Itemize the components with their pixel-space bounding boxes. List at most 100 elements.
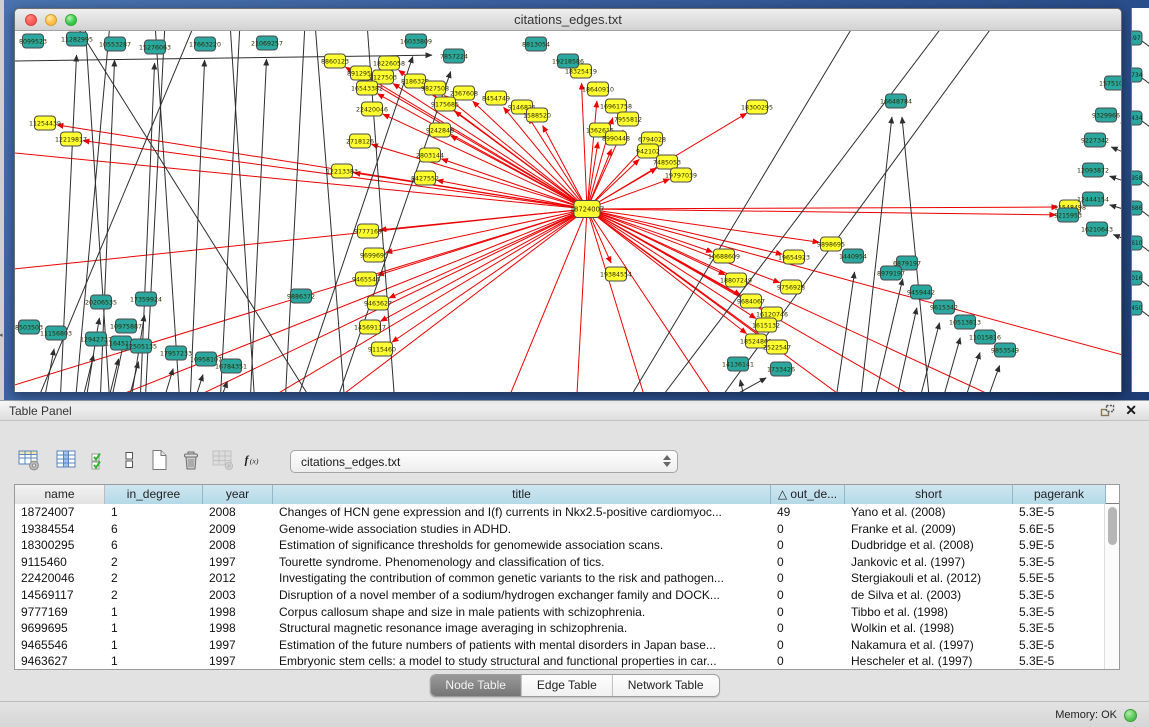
- graph-node[interactable]: 8503503: [15, 320, 43, 334]
- table-row[interactable]: 946554611997Estimation of the future num…: [15, 637, 1119, 654]
- graph-node[interactable]: 11016: [1132, 271, 1143, 285]
- cell-year[interactable]: 1998: [203, 620, 273, 637]
- cell-name[interactable]: 9463627: [15, 653, 105, 670]
- graph-node[interactable]: 17359924: [130, 292, 162, 306]
- cell-title[interactable]: Corpus callosum shape and size in male p…: [273, 604, 771, 621]
- graph-node[interactable]: 7857224: [440, 49, 468, 63]
- cell-out_degree[interactable]: 49: [771, 504, 845, 521]
- cell-in_degree[interactable]: 6: [105, 537, 203, 554]
- graph-node[interactable]: 12610: [1132, 236, 1143, 250]
- graph-node[interactable]: 7597: [1132, 31, 1142, 45]
- cell-year[interactable]: 2012: [203, 570, 273, 587]
- cell-name[interactable]: 18300295: [15, 537, 105, 554]
- tab-edge-table[interactable]: Edge Table: [522, 675, 613, 696]
- graph-node[interactable]: 11015816: [969, 330, 1001, 344]
- column-header-short[interactable]: short: [845, 485, 1013, 504]
- graph-node[interactable]: 9684067: [737, 294, 765, 308]
- graph-node[interactable]: 21069257: [251, 36, 283, 50]
- cell-out_degree[interactable]: 0: [771, 653, 845, 670]
- graph-node[interactable]: 18724007: [570, 201, 605, 218]
- column-header-name[interactable]: name: [15, 485, 105, 504]
- table-row[interactable]: 1938455462009Genome-wide association stu…: [15, 521, 1119, 538]
- graph-node[interactable]: 9777169: [354, 224, 382, 238]
- cell-short[interactable]: Tibbo et al. (1998): [845, 604, 1013, 621]
- cell-short[interactable]: Wolkin et al. (1998): [845, 620, 1013, 637]
- graph-node[interactable]: 10513813: [949, 315, 981, 329]
- graph-node[interactable]: 15751074: [1099, 76, 1121, 90]
- table-row[interactable]: 1456911722003Disruption of a novel membe…: [15, 587, 1119, 604]
- graph-node[interactable]: 10688609: [708, 249, 740, 263]
- cell-in_degree[interactable]: 2: [105, 570, 203, 587]
- graph-node[interactable]: 7485053: [653, 155, 681, 169]
- graph-node[interactable]: 9463627: [364, 296, 392, 310]
- float-panel-icon[interactable]: [1100, 404, 1115, 418]
- graph-node[interactable]: 15958: [1132, 171, 1143, 185]
- graph-node[interactable]: 17957233: [160, 346, 192, 360]
- cell-title[interactable]: Tourette syndrome. Phenomenology and cla…: [273, 554, 771, 571]
- background-network-window[interactable]: 759712734134341595810686126101101692450: [1131, 8, 1149, 392]
- cell-in_degree[interactable]: 1: [105, 637, 203, 654]
- cell-short[interactable]: Stergiakouli et al. (2012): [845, 570, 1013, 587]
- new-file-icon[interactable]: [146, 447, 172, 473]
- zoom-window-icon[interactable]: [65, 14, 77, 26]
- cell-year[interactable]: 1998: [203, 604, 273, 621]
- graph-node[interactable]: 7955812: [614, 112, 642, 126]
- cell-name[interactable]: 22420046: [15, 570, 105, 587]
- graph-node[interactable]: 9827508: [421, 81, 449, 95]
- scrollbar-thumb[interactable]: [1108, 507, 1117, 545]
- graph-node[interactable]: 9329966: [1092, 108, 1120, 122]
- graph-node[interactable]: 1615132: [752, 318, 780, 332]
- column-header-pagerank[interactable]: pagerank: [1013, 485, 1106, 504]
- graph-node[interactable]: 8427552: [411, 171, 439, 185]
- graph-node[interactable]: 942102: [636, 144, 660, 158]
- graph-node[interactable]: 10686: [1132, 201, 1143, 215]
- cell-year[interactable]: 2008: [203, 537, 273, 554]
- cell-title[interactable]: Investigating the contribution of common…: [273, 570, 771, 587]
- cell-name[interactable]: 9465546: [15, 637, 105, 654]
- select-columns-icon[interactable]: [86, 447, 112, 473]
- cell-pagerank[interactable]: 5.5E-5: [1013, 570, 1106, 587]
- graph-node[interactable]: 10975887: [110, 319, 142, 333]
- cell-year[interactable]: 2003: [203, 587, 273, 604]
- graph-node[interactable]: 2522547: [763, 340, 791, 354]
- network-view[interactable]: 8860123891295418226058912750316543382818…: [15, 31, 1121, 392]
- cell-in_degree[interactable]: 1: [105, 604, 203, 621]
- cell-pagerank[interactable]: 5.3E-5: [1013, 653, 1106, 670]
- cell-pagerank[interactable]: 5.3E-5: [1013, 587, 1106, 604]
- table-select[interactable]: citations_edges.txt: [290, 450, 678, 473]
- graph-node[interactable]: 9459442: [907, 285, 935, 299]
- network-window[interactable]: citations_edges.txt 88601238912954182260…: [14, 8, 1122, 392]
- cell-pagerank[interactable]: 5.3E-5: [1013, 620, 1106, 637]
- table-row[interactable]: 946362711997Embryonic stem cells: a mode…: [15, 653, 1119, 670]
- cell-short[interactable]: Dudbridge et al. (2008): [845, 537, 1013, 554]
- graph-node[interactable]: 19797039: [665, 168, 697, 182]
- graph-node[interactable]: 8990448: [602, 131, 630, 145]
- table-settings-icon[interactable]: [16, 447, 42, 473]
- graph-node[interactable]: 17663220: [189, 37, 221, 51]
- cell-out_degree[interactable]: 0: [771, 554, 845, 571]
- graph-node[interactable]: 8454749: [482, 91, 510, 105]
- table-row[interactable]: 1830029562008Estimation of significance …: [15, 537, 1119, 554]
- cell-out_degree[interactable]: 0: [771, 587, 845, 604]
- cell-out_degree[interactable]: 0: [771, 637, 845, 654]
- graph-node[interactable]: 15276063: [139, 40, 171, 54]
- table-row[interactable]: 969969511998Structural magnetic resonanc…: [15, 620, 1119, 637]
- graph-node[interactable]: 16961758: [600, 99, 632, 113]
- graph-node[interactable]: 9465546: [352, 272, 380, 286]
- graph-node[interactable]: 18640910: [582, 82, 614, 96]
- close-panel-icon[interactable]: ✕: [1125, 402, 1137, 419]
- graph-node[interactable]: 12213383: [326, 164, 358, 178]
- table-row[interactable]: 2242004622012Investigating the contribut…: [15, 570, 1119, 587]
- cell-year[interactable]: 1997: [203, 554, 273, 571]
- cell-short[interactable]: Jankovic et al. (1997): [845, 554, 1013, 571]
- cell-in_degree[interactable]: 1: [105, 653, 203, 670]
- graph-node[interactable]: 18226058: [373, 56, 405, 70]
- table-row[interactable]: 1872400712008Changes of HCN gene express…: [15, 504, 1119, 521]
- graph-node[interactable]: 9215953: [1054, 208, 1082, 222]
- cell-out_degree[interactable]: 0: [771, 521, 845, 538]
- graph-node[interactable]: 2803144: [416, 148, 444, 162]
- cell-year[interactable]: 2008: [203, 504, 273, 521]
- delete-icon[interactable]: [178, 447, 204, 473]
- graph-node[interactable]: 10553287: [99, 37, 131, 51]
- graph-node[interactable]: 9898695: [817, 237, 845, 251]
